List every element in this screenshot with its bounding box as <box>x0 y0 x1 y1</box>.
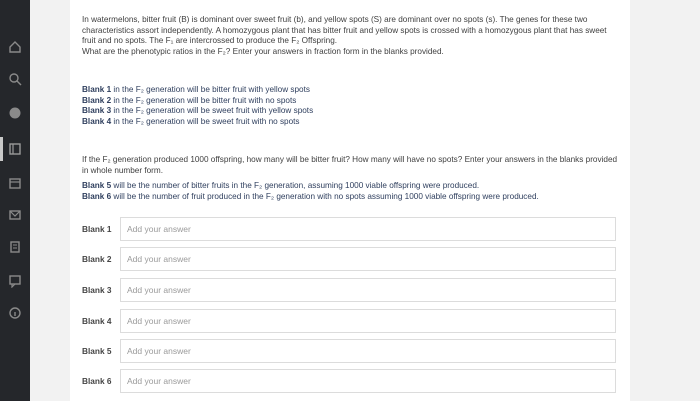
question-text: In watermelons, bitter fruit (B) is domi… <box>82 15 607 46</box>
sidebar-active-indicator <box>0 137 3 161</box>
answer-label: Blank 6 <box>82 376 112 386</box>
blank-descriptions: Blank 1 in the F₂ generation will be bit… <box>82 85 622 127</box>
answer-row-2: Blank 2 <box>82 247 618 271</box>
help-icon[interactable] <box>8 306 22 320</box>
answer-label: Blank 2 <box>82 254 112 264</box>
answer-box[interactable] <box>120 339 616 363</box>
sidebar <box>0 0 30 401</box>
answer-label: Blank 3 <box>82 285 112 295</box>
blank-description: Blank 2 in the F₂ generation will be bit… <box>82 95 297 105</box>
calendar-icon[interactable] <box>8 176 22 190</box>
question-intro: In watermelons, bitter fruit (B) is domi… <box>82 15 622 57</box>
blank-description: Blank 6 will be the number of fruit prod… <box>82 191 539 201</box>
answer-row-3: Blank 3 <box>82 278 618 302</box>
blank-description: Blank 1 in the F₂ generation will be bit… <box>82 85 310 94</box>
question-part-two: If the F₂ generation produced 1000 offsp… <box>82 155 618 175</box>
answer-input-blank-5[interactable] <box>127 340 615 362</box>
answer-box[interactable] <box>120 217 616 241</box>
answer-box[interactable] <box>120 309 616 333</box>
book-icon[interactable] <box>8 142 22 156</box>
blank-description: Blank 4 in the F₂ generation will be swe… <box>82 116 300 126</box>
answer-box[interactable] <box>120 278 616 302</box>
question-prompt: What are the phenotypic ratios in the F₂… <box>82 46 444 56</box>
answer-row-5: Blank 5 <box>82 339 618 363</box>
answer-row-4: Blank 4 <box>82 309 618 333</box>
answer-row-1: Blank 1 <box>82 217 618 241</box>
document-icon[interactable] <box>8 240 22 254</box>
answer-input-blank-6[interactable] <box>127 370 615 392</box>
answer-input-blank-4[interactable] <box>127 310 615 332</box>
answer-input-blank-3[interactable] <box>127 279 615 301</box>
chat-icon[interactable] <box>8 274 22 288</box>
answer-input-blank-2[interactable] <box>127 248 615 270</box>
answer-label: Blank 1 <box>82 224 112 234</box>
blank-description: Blank 5 will be the number of bitter fru… <box>82 181 480 190</box>
answer-box[interactable] <box>120 247 616 271</box>
answer-label: Blank 5 <box>82 346 112 356</box>
question-panel: In watermelons, bitter fruit (B) is domi… <box>70 0 630 401</box>
answer-input-blank-1[interactable] <box>127 218 615 240</box>
answer-box[interactable] <box>120 369 616 393</box>
search-icon[interactable] <box>8 72 22 86</box>
mail-icon[interactable] <box>8 208 22 222</box>
blank-description: Blank 3 in the F₂ generation will be swe… <box>82 106 314 116</box>
blank-descriptions-part-two: Blank 5 will be the number of bitter fru… <box>82 181 622 202</box>
globe-icon[interactable] <box>8 106 22 120</box>
answer-label: Blank 4 <box>82 316 112 326</box>
home-icon[interactable] <box>8 40 22 54</box>
answer-row-6: Blank 6 <box>82 369 618 393</box>
